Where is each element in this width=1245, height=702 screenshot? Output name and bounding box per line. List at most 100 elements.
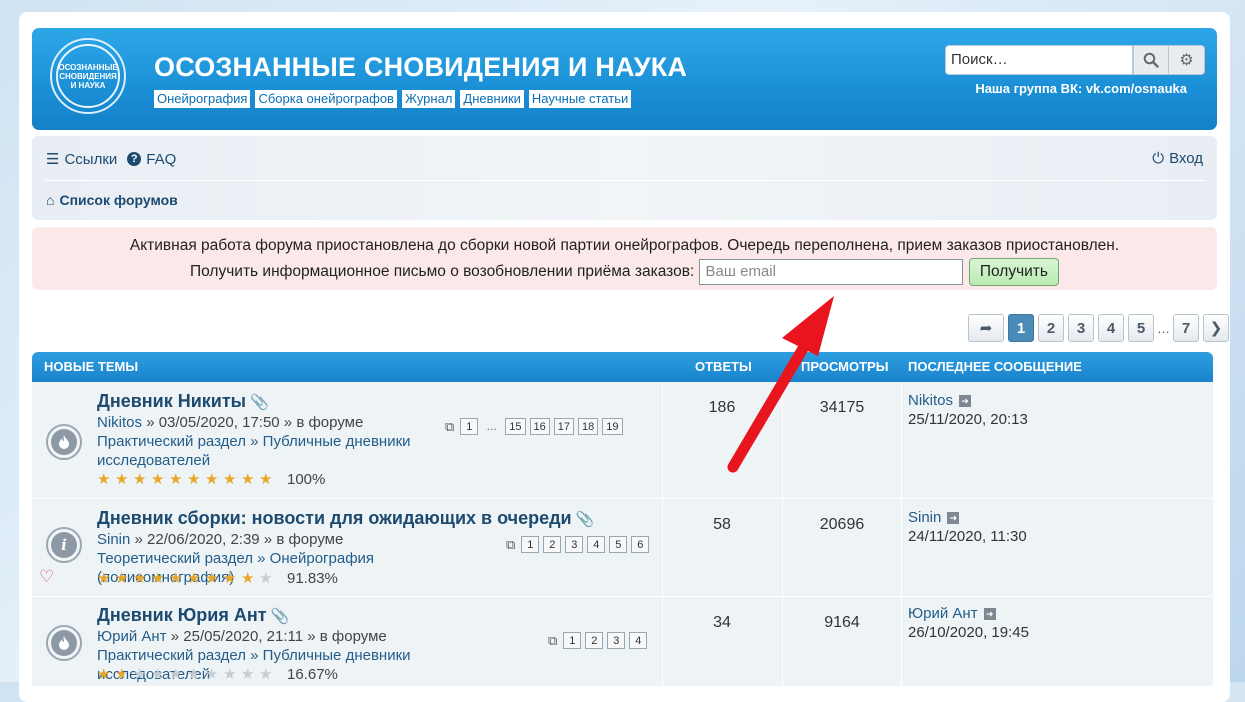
topic-page[interactable]: 1 <box>563 632 582 649</box>
topic-page[interactable]: 1 <box>521 536 540 553</box>
quick-links[interactable]: ☰ Ссылки <box>46 150 117 169</box>
attachment-icon: 📎 <box>270 608 290 625</box>
page-7[interactable]: 7 <box>1173 314 1199 342</box>
star-icon[interactable]: ★ <box>115 569 133 587</box>
star-icon[interactable]: ★ <box>259 470 277 488</box>
star-icon[interactable]: ★ <box>259 665 277 683</box>
star-icon[interactable]: ★ <box>115 665 133 683</box>
star-icon[interactable]: ★ <box>133 470 151 488</box>
goto-post-icon[interactable]: ➜ <box>959 395 972 408</box>
rating-percent: 100% <box>287 470 326 488</box>
last-post-user[interactable]: Sinin <box>908 509 941 526</box>
star-icon[interactable]: ★ <box>223 665 241 683</box>
star-icon[interactable]: ★ <box>97 665 115 683</box>
page-1[interactable]: 1 <box>1008 314 1034 342</box>
star-icon[interactable]: ★ <box>187 665 205 683</box>
star-icon[interactable]: ★ <box>241 569 259 587</box>
star-icon[interactable]: ★ <box>169 569 187 587</box>
table-row: Дневник Никиты 📎 Nikitos » 03/05/2020, 17… <box>32 382 1213 499</box>
star-icon[interactable]: ★ <box>115 470 133 488</box>
topic-page[interactable]: 4 <box>629 632 648 649</box>
star-icon[interactable]: ★ <box>151 569 169 587</box>
topic-page[interactable]: 6 <box>631 536 650 553</box>
rating-stars[interactable]: ★ ★ ★ ★ ★ ★ ★ ★ ★ ★ 91.83% <box>97 569 338 588</box>
star-icon[interactable]: ★ <box>97 569 115 587</box>
star-icon[interactable]: ★ <box>133 569 151 587</box>
replies-count: 58 <box>713 516 731 533</box>
email-field[interactable]: Ваш email <box>698 259 963 285</box>
topic-title-link[interactable]: Дневник сборки: новости для ожидающих в … <box>97 508 594 529</box>
page-4[interactable]: 4 <box>1098 314 1124 342</box>
topic-author[interactable]: Юрий Ант <box>97 628 167 645</box>
star-icon[interactable]: ★ <box>241 665 259 683</box>
last-post-user[interactable]: Юрий Ант <box>908 605 978 622</box>
star-icon[interactable]: ★ <box>169 665 187 683</box>
last-post-user[interactable]: Nikitos <box>908 392 953 409</box>
faq-link[interactable]: ? FAQ <box>127 150 176 168</box>
topic-page[interactable]: 3 <box>565 536 584 553</box>
topic-page[interactable]: 19 <box>602 418 623 435</box>
topic-page[interactable]: 18 <box>578 418 599 435</box>
star-icon[interactable]: ★ <box>133 665 151 683</box>
header-nav-links: Онейрография Сборка онейрографов Журнал … <box>154 90 632 108</box>
next-page-button[interactable]: ❯ <box>1203 314 1229 342</box>
star-icon[interactable]: ★ <box>151 470 169 488</box>
topic-page[interactable]: 2 <box>543 536 562 553</box>
topic-page[interactable]: 15 <box>505 418 526 435</box>
jump-to-page-button[interactable]: ➦ <box>968 314 1004 342</box>
vk-group-link[interactable]: Наша группа ВК: vk.com/osnauka <box>975 81 1187 96</box>
pages-icon: ⧉ <box>506 536 516 552</box>
topic-page[interactable]: 1 <box>460 418 479 435</box>
subscribe-button[interactable]: Получить <box>968 258 1059 286</box>
search-input[interactable]: Поиск… <box>945 45 1133 75</box>
star-icon[interactable]: ★ <box>223 569 241 587</box>
topic-page[interactable]: 17 <box>553 418 575 435</box>
topic-author[interactable]: Sinin <box>97 531 130 548</box>
header-link-oneirography[interactable]: Онейрография <box>154 90 251 108</box>
topic-title-link[interactable]: Дневник Никиты 📎 <box>97 391 269 412</box>
topic-page[interactable]: 2 <box>585 632 604 649</box>
topic-page[interactable]: 3 <box>607 632 626 649</box>
topic-meta: Nikitos » 03/05/2020, 17:50 » в форуме П… <box>97 413 442 470</box>
header-link-assembly[interactable]: Сборка онейрографов <box>255 90 397 108</box>
star-icon[interactable]: ★ <box>259 569 277 587</box>
star-icon[interactable]: ★ <box>205 470 223 488</box>
star-icon[interactable]: ★ <box>151 665 169 683</box>
star-icon[interactable]: ★ <box>205 569 223 587</box>
last-post-date: 24/11/2020, 11:30 <box>908 528 1027 545</box>
topic-title-link[interactable]: Дневник Юрия Ант 📎 <box>97 605 289 626</box>
topic-page[interactable]: 5 <box>609 536 628 553</box>
topic-forum[interactable]: Практический раздел » Публичные дневники… <box>97 433 411 469</box>
page-5[interactable]: 5 <box>1128 314 1154 342</box>
star-icon[interactable]: ★ <box>187 569 205 587</box>
login-link[interactable]: ⏻ Вход <box>1152 150 1203 167</box>
star-icon[interactable]: ★ <box>241 470 259 488</box>
advanced-search-button[interactable]: ⚙ <box>1169 45 1205 75</box>
topic-author[interactable]: Nikitos <box>97 414 142 431</box>
page-2[interactable]: 2 <box>1038 314 1064 342</box>
header-link-journal[interactable]: Журнал <box>401 90 456 108</box>
breadcrumb[interactable]: ⌂ Список форумов <box>46 192 178 208</box>
star-icon[interactable]: ★ <box>205 665 223 683</box>
star-icon[interactable]: ★ <box>187 470 205 488</box>
goto-post-icon[interactable]: ➜ <box>983 608 996 621</box>
star-icon[interactable]: ★ <box>97 470 115 488</box>
topic-page[interactable]: 16 <box>529 418 550 435</box>
notice-banner: Активная работа форума приостановлена до… <box>32 227 1217 290</box>
topic-page[interactable]: 4 <box>587 536 606 553</box>
search-button[interactable] <box>1133 45 1169 75</box>
topic-status-icon: i <box>46 527 82 563</box>
site-title[interactable]: ОСОЗНАННЫЕ СНОВИДЕНИЯ И НАУКА <box>154 52 687 83</box>
topic-date: » 03/05/2020, 17:50 » в форуме <box>146 414 364 431</box>
star-icon[interactable]: ★ <box>223 470 241 488</box>
star-icon[interactable]: ★ <box>169 470 187 488</box>
goto-post-icon[interactable]: ➜ <box>947 512 960 525</box>
site-logo[interactable]: ОСОЗНАННЫЕ СНОВИДЕНИЯ И НАУКА <box>50 38 126 114</box>
heart-icon[interactable]: ♡ <box>39 567 54 587</box>
rating-stars[interactable]: ★ ★ ★ ★ ★ ★ ★ ★ ★ ★ 100% <box>97 470 326 489</box>
header-link-diaries[interactable]: Дневники <box>460 90 524 108</box>
rating-stars[interactable]: ★ ★ ★ ★ ★ ★ ★ ★ ★ ★ 16.67% <box>97 665 338 684</box>
header-link-articles[interactable]: Научные статьи <box>528 90 632 108</box>
table-row: Дневник Юрия Ант 📎 Юрий Ант » 25/05/2020,… <box>32 597 1213 687</box>
page-3[interactable]: 3 <box>1068 314 1094 342</box>
